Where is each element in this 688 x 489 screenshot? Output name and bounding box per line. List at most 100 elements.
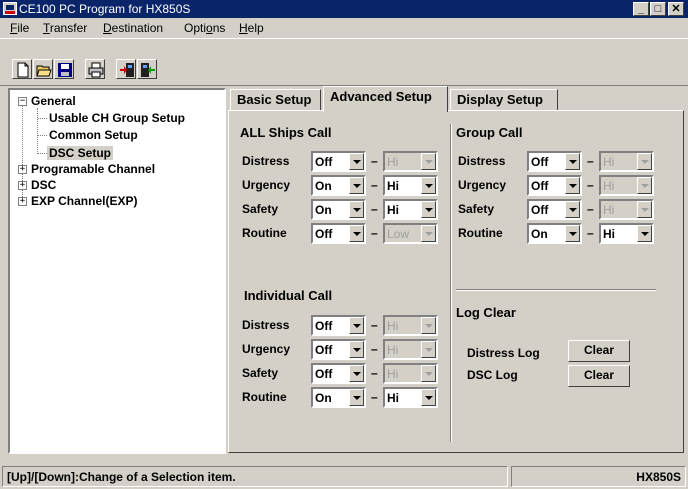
new-icon[interactable] bbox=[12, 59, 32, 79]
group-safety-level-select[interactable]: Hi bbox=[599, 199, 654, 220]
chevron-down-icon[interactable] bbox=[637, 177, 652, 194]
chevron-down-icon[interactable] bbox=[421, 365, 436, 382]
chevron-down-icon[interactable] bbox=[349, 365, 364, 382]
group-safety-mode-select[interactable]: Off bbox=[527, 199, 582, 220]
tree-node-general[interactable]: General bbox=[31, 94, 76, 108]
chevron-down-icon[interactable] bbox=[349, 177, 364, 194]
chevron-down-icon[interactable] bbox=[349, 389, 364, 406]
all_ships-routine-mode-select[interactable]: Off bbox=[311, 223, 366, 244]
title-bar: CE100 PC Program for HX850S _ □ ✕ bbox=[0, 0, 688, 18]
menu-destination[interactable]: Destination bbox=[103, 21, 163, 35]
distress-log-label: Distress Log bbox=[467, 346, 540, 360]
chevron-down-icon[interactable] bbox=[349, 341, 364, 358]
selected-value: Off bbox=[531, 155, 549, 169]
chevron-down-icon[interactable] bbox=[637, 225, 652, 242]
upload-icon[interactable] bbox=[137, 59, 157, 79]
all_ships-urgency-level-select[interactable]: Hi bbox=[383, 175, 438, 196]
group-urgency-label: Urgency bbox=[458, 178, 507, 192]
chevron-down-icon[interactable] bbox=[565, 153, 580, 170]
individual-routine-level-select[interactable]: Hi bbox=[383, 387, 438, 408]
group-routine-mode-select[interactable]: On bbox=[527, 223, 582, 244]
print-icon[interactable] bbox=[85, 59, 105, 79]
chevron-down-icon[interactable] bbox=[421, 389, 436, 406]
all_ships-safety-label: Safety bbox=[242, 202, 279, 216]
individual-urgency-label: Urgency bbox=[242, 342, 291, 356]
individual-safety-level-select[interactable]: Hi bbox=[383, 363, 438, 384]
chevron-down-icon[interactable] bbox=[565, 177, 580, 194]
tab-basic-setup[interactable]: Basic Setup bbox=[230, 89, 321, 111]
group-safety-label: Safety bbox=[458, 202, 495, 216]
tree-node-common-setup[interactable]: Common Setup bbox=[49, 128, 138, 142]
app-icon[interactable] bbox=[3, 2, 17, 15]
group-distress-mode-select[interactable]: Off bbox=[527, 151, 582, 172]
selected-value: On bbox=[531, 227, 548, 241]
expand-icon[interactable]: + bbox=[18, 197, 27, 206]
dash-separator: – bbox=[371, 202, 378, 216]
all_ships-safety-mode-select[interactable]: On bbox=[311, 199, 366, 220]
tree-node-usable-ch-group-setup[interactable]: Usable CH Group Setup bbox=[49, 111, 185, 125]
individual-urgency-mode-select[interactable]: Off bbox=[311, 339, 366, 360]
chevron-down-icon[interactable] bbox=[637, 153, 652, 170]
save-icon[interactable] bbox=[54, 59, 74, 79]
individual-distress-level-select[interactable]: Hi bbox=[383, 315, 438, 336]
settings-tree[interactable]: − General Usable CH Group Setup Common S… bbox=[8, 88, 226, 454]
selected-value: Hi bbox=[603, 179, 615, 193]
chevron-down-icon[interactable] bbox=[421, 177, 436, 194]
tab-display-setup[interactable]: Display Setup bbox=[450, 89, 558, 111]
tree-node-dsc-setup[interactable]: DSC Setup bbox=[47, 146, 114, 160]
expand-icon[interactable]: + bbox=[18, 165, 27, 174]
chevron-down-icon[interactable] bbox=[349, 317, 364, 334]
expand-icon[interactable]: + bbox=[18, 181, 27, 190]
chevron-down-icon[interactable] bbox=[421, 317, 436, 334]
selected-value: Hi bbox=[387, 367, 399, 381]
collapse-icon[interactable]: − bbox=[18, 97, 27, 106]
menu-transfer[interactable]: Transfer bbox=[43, 21, 87, 35]
chevron-down-icon[interactable] bbox=[421, 201, 436, 218]
all_ships-distress-mode-select[interactable]: Off bbox=[311, 151, 366, 172]
all_ships-routine-label: Routine bbox=[242, 226, 287, 240]
open-icon[interactable] bbox=[33, 59, 53, 79]
individual-safety-mode-select[interactable]: Off bbox=[311, 363, 366, 384]
group-urgency-mode-select[interactable]: Off bbox=[527, 175, 582, 196]
all_ships-routine-level-select[interactable]: Low bbox=[383, 223, 438, 244]
status-model: HX850S bbox=[511, 466, 686, 487]
chevron-down-icon[interactable] bbox=[421, 341, 436, 358]
chevron-down-icon[interactable] bbox=[637, 201, 652, 218]
individual-distress-mode-select[interactable]: Off bbox=[311, 315, 366, 336]
all_ships-safety-level-select[interactable]: Hi bbox=[383, 199, 438, 220]
tree-node-programable-channel[interactable]: Programable Channel bbox=[31, 162, 155, 176]
menu-options[interactable]: Options bbox=[184, 21, 225, 35]
close-button[interactable]: ✕ bbox=[668, 2, 684, 16]
chevron-down-icon[interactable] bbox=[565, 201, 580, 218]
group-distress-level-select[interactable]: Hi bbox=[599, 151, 654, 172]
all_ships-distress-level-select[interactable]: Hi bbox=[383, 151, 438, 172]
menu-help[interactable]: Help bbox=[239, 21, 264, 35]
download-icon[interactable] bbox=[116, 59, 136, 79]
toolbar bbox=[0, 38, 688, 86]
group-urgency-level-select[interactable]: Hi bbox=[599, 175, 654, 196]
chevron-down-icon[interactable] bbox=[421, 153, 436, 170]
chevron-down-icon[interactable] bbox=[565, 225, 580, 242]
minimize-button[interactable]: _ bbox=[633, 2, 649, 16]
group-routine-level-select[interactable]: Hi bbox=[599, 223, 654, 244]
tree-node-exp-channel[interactable]: EXP Channel(EXP) bbox=[31, 194, 137, 208]
individual-routine-label: Routine bbox=[242, 390, 287, 404]
all_ships-urgency-mode-select[interactable]: On bbox=[311, 175, 366, 196]
log-clear-title: Log Clear bbox=[456, 305, 516, 320]
maximize-button[interactable]: □ bbox=[650, 2, 666, 16]
chevron-down-icon[interactable] bbox=[349, 201, 364, 218]
individual-call-title: Individual Call bbox=[244, 288, 333, 303]
individual-routine-mode-select[interactable]: On bbox=[311, 387, 366, 408]
selected-value: Low bbox=[387, 227, 410, 241]
chevron-down-icon[interactable] bbox=[349, 225, 364, 242]
individual-urgency-level-select[interactable]: Hi bbox=[383, 339, 438, 360]
column-divider bbox=[450, 124, 452, 442]
clear-dsc-log-button[interactable]: Clear bbox=[568, 365, 630, 387]
chevron-down-icon[interactable] bbox=[421, 225, 436, 242]
tab-advanced-setup[interactable]: Advanced Setup bbox=[323, 86, 448, 112]
clear-distress-log-button[interactable]: Clear bbox=[568, 340, 630, 362]
tree-node-dsc[interactable]: DSC bbox=[31, 178, 56, 192]
menu-file[interactable]: File bbox=[10, 21, 29, 35]
chevron-down-icon[interactable] bbox=[349, 153, 364, 170]
dsc-log-label: DSC Log bbox=[467, 368, 518, 382]
